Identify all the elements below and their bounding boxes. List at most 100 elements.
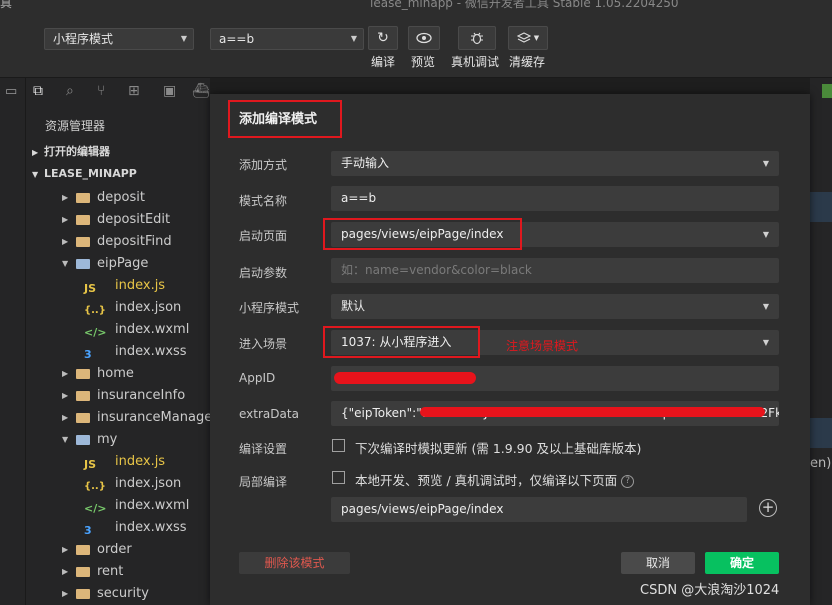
tree-item-label: index.json <box>115 300 182 315</box>
tree-item-label: index.js <box>115 278 166 293</box>
help-icon[interactable]: ? <box>621 475 635 488</box>
add-page-icon[interactable]: + <box>759 499 777 517</box>
folder-open-icon <box>76 259 90 269</box>
open-editors-label: 打开的编辑器 <box>44 145 110 158</box>
git-branch-icon[interactable]: ⑂ <box>97 83 105 99</box>
tree-folder[interactable]: ▶ insuranceInfo <box>26 385 210 407</box>
partial-compile-checkbox[interactable] <box>332 471 345 484</box>
mode-name-value: a==b <box>341 191 377 205</box>
folder-open-icon <box>76 435 90 445</box>
mode-name-input[interactable]: a==b <box>331 186 779 211</box>
chevron-down-icon: ▼ <box>180 34 187 43</box>
mini-mode-select[interactable]: 默认 ▼ <box>331 294 779 319</box>
extensions-icon[interactable]: ⊞ <box>128 83 140 99</box>
tree-file[interactable]: 3 index.wxss <box>26 517 210 539</box>
tree-item-label: order <box>97 542 132 557</box>
redaction-scribble <box>420 407 765 417</box>
partial-compile-label: 局部编译 <box>239 475 288 489</box>
redaction-scribble <box>334 372 476 384</box>
chevron-down-icon: ▼ <box>32 170 39 179</box>
tree-item-label: eipPage <box>97 256 149 271</box>
partial-page-input[interactable]: pages/views/eipPage/index <box>331 497 747 522</box>
tree-folder[interactable]: ▶ rent <box>26 561 210 583</box>
chevron-right-icon: ▶ <box>62 369 69 378</box>
explorer-title: 资源管理器 <box>45 119 106 133</box>
simulate-update-text: 下次编译时模拟更新 (需 1.9.90 及以上基础库版本) <box>355 441 642 456</box>
preview-button[interactable] <box>408 26 440 50</box>
tree-file[interactable]: </> index.wxml <box>26 319 210 341</box>
add-method-select[interactable]: 手动输入 ▼ <box>331 151 779 176</box>
window-title-left: 真 <box>0 0 13 10</box>
compile-mode-select[interactable]: a==b ▼ <box>210 28 364 50</box>
tree-item-label: depositFind <box>97 234 172 249</box>
mini-mode-value: 默认 <box>341 299 366 313</box>
tree-item-label: depositEdit <box>97 212 171 227</box>
folder-icon <box>76 193 90 203</box>
folder-icon <box>76 589 90 599</box>
top-toolbar: 真 lease_minapp - 微信开发者工具 Stable 1.05.220… <box>0 0 832 78</box>
remote-debug-button[interactable] <box>458 26 496 50</box>
tree-item-label: index.json <box>115 476 182 491</box>
line-highlight <box>810 192 832 222</box>
tree-folder[interactable]: ▶ depositEdit <box>26 209 210 231</box>
tree-folder[interactable]: ▶ home <box>26 363 210 385</box>
tree-folder[interactable]: ▶ depositFind <box>26 231 210 253</box>
tree-file[interactable]: {..} index.json <box>26 297 210 319</box>
delete-mode-button[interactable]: 删除该模式 <box>239 552 350 574</box>
tree-folder[interactable]: ▶ deposit <box>26 187 210 209</box>
chevron-down-icon: ▼ <box>533 34 540 42</box>
code-fragment: en) <box>810 456 832 471</box>
clear-cache-button[interactable]: ▼ <box>508 26 548 50</box>
tree-file[interactable]: {..} index.json <box>26 473 210 495</box>
tree-file[interactable]: JS index.js <box>26 275 210 297</box>
refresh-icon: ↻ <box>377 30 389 46</box>
chevron-right-icon: ▶ <box>62 193 69 202</box>
sidebar-icon-bar: ⧉ ⌕ ⑂ ⊞ ▣ ⛴ <box>26 78 210 104</box>
scene-label: 进入场景 <box>239 337 288 351</box>
partial-compile-text: 本地开发、预览 / 真机调试时，仅编译以下页面 <box>355 473 618 488</box>
simulate-update-checkbox[interactable] <box>332 439 345 452</box>
files-icon[interactable]: ⧉ <box>33 83 43 99</box>
mode-select[interactable]: 小程序模式 ▼ <box>44 28 194 50</box>
watermark: CSDN @大浪淘沙1024 <box>640 583 780 598</box>
tree-folder[interactable]: ▶ insuranceManagem <box>26 407 210 429</box>
chevron-down-icon: ▼ <box>62 259 69 268</box>
tree-item-label: home <box>97 366 134 381</box>
file-tab-icon[interactable] <box>822 84 832 98</box>
cancel-button[interactable]: 取消 <box>621 552 695 574</box>
tree-folder[interactable]: ▼ my <box>26 429 210 451</box>
project-section[interactable]: ▼ LEASE_MINAPP <box>26 163 210 185</box>
chevron-down-icon: ▼ <box>350 34 357 43</box>
debug-panel-icon[interactable]: ▣ <box>163 83 176 99</box>
window-icon[interactable]: ▭ <box>5 84 17 99</box>
docker-icon[interactable]: ⛴ <box>192 83 210 99</box>
chevron-down-icon: ▼ <box>62 435 69 444</box>
confirm-button[interactable]: 确定 <box>705 552 779 574</box>
search-icon[interactable]: ⌕ <box>66 83 74 99</box>
tree-folder[interactable]: ▶ security <box>26 583 210 605</box>
add-method-label: 添加方式 <box>239 158 288 172</box>
tree-file[interactable]: 3 index.wxss <box>26 341 210 363</box>
chevron-right-icon: ▶ <box>62 589 69 598</box>
chevron-down-icon: ▼ <box>762 159 769 168</box>
tree-folder[interactable]: ▼ eipPage <box>26 253 210 275</box>
compile-label: 编译 <box>371 55 396 69</box>
compile-button[interactable]: ↻ <box>368 26 398 50</box>
annotation-box-start-page <box>323 218 522 250</box>
start-params-input[interactable]: 如：name=vendor&color=black <box>331 258 779 283</box>
file-tree: ▶ deposit ▶ depositEdit ▶ depositFind ▼ eipPage… <box>26 187 210 605</box>
mini-mode-label: 小程序模式 <box>239 301 300 315</box>
clear-cache-label: 清缓存 <box>509 55 546 69</box>
tree-file[interactable]: JS index.js <box>26 451 210 473</box>
open-editors-section[interactable]: ▶ 打开的编辑器 <box>26 141 210 163</box>
chevron-down-icon: ▼ <box>762 338 769 347</box>
tree-file[interactable]: </> index.wxml <box>26 495 210 517</box>
tree-item-label: index.wxml <box>115 322 190 337</box>
tree-folder[interactable]: ▶ order <box>26 539 210 561</box>
add-method-value: 手动输入 <box>341 156 390 170</box>
start-page-label: 启动页面 <box>239 229 288 243</box>
annotation-box-scene <box>323 326 480 358</box>
app-window: 真 lease_minapp - 微信开发者工具 Stable 1.05.220… <box>0 0 832 605</box>
partial-compile-text-wrap: 本地开发、预览 / 真机调试时，仅编译以下页面? <box>355 470 635 489</box>
mode-name-label: 模式名称 <box>239 194 288 208</box>
